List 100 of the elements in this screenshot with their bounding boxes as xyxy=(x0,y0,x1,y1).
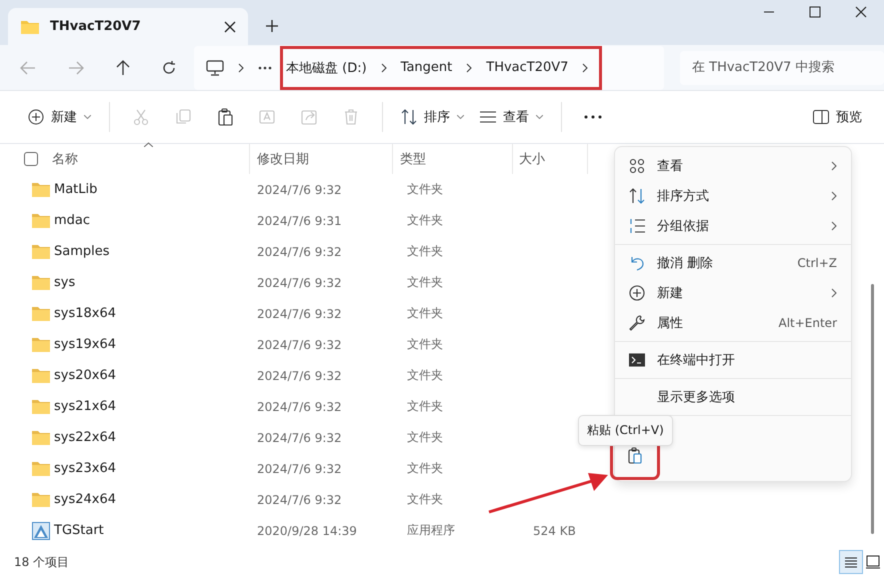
file-type: 应用程序 xyxy=(407,523,455,537)
tooltip: 粘贴 (Ctrl+V) xyxy=(578,415,673,446)
folder-icon xyxy=(32,182,50,197)
new-button[interactable]: 新建 xyxy=(20,102,99,132)
file-type: 文件夹 xyxy=(407,430,443,444)
modified-date: 2024/7/6 9:32 xyxy=(257,276,342,290)
column-header[interactable]: 修改日期 xyxy=(257,150,309,168)
breadcrumb[interactable]: 本地磁盘 (D:) xyxy=(286,58,367,76)
file-name[interactable]: MatLib xyxy=(54,182,98,197)
modified-date: 2024/7/6 9:32 xyxy=(257,400,342,414)
grid-icon xyxy=(629,158,645,174)
chevron-icon xyxy=(238,62,244,72)
plus-circle-icon xyxy=(28,109,44,125)
sort-button[interactable]: 排序 xyxy=(393,102,472,132)
file-type: 文件夹 xyxy=(407,337,443,351)
file-type: 文件夹 xyxy=(407,368,443,382)
app-icon xyxy=(32,522,50,540)
modified-date: 2024/7/6 9:31 xyxy=(257,214,342,228)
address-bar[interactable]: 本地磁盘 (D:) Tangent THvacT20V7 xyxy=(194,46,664,90)
chevron-icon[interactable] xyxy=(380,62,387,72)
search-field[interactable]: 在 THvacT20V7 中搜索 xyxy=(680,50,884,84)
folder-icon xyxy=(32,213,50,228)
file-type: 文件夹 xyxy=(407,182,443,196)
file-type: 文件夹 xyxy=(407,492,443,506)
monitor-icon xyxy=(206,60,224,76)
modified-date: 2024/7/6 9:32 xyxy=(257,338,342,352)
menu-item[interactable]: 分组依据 xyxy=(615,211,851,241)
menu-item[interactable]: 属性 Alt+Enter xyxy=(615,308,851,338)
folder-icon xyxy=(32,430,50,445)
file-name[interactable]: sys23x64 xyxy=(54,461,116,476)
scrollbar[interactable] xyxy=(871,284,874,534)
file-name[interactable]: sys18x64 xyxy=(54,306,116,321)
file-type: 文件夹 xyxy=(407,244,443,258)
column-header[interactable]: 大小 xyxy=(519,150,545,168)
menu-item[interactable]: 在终端中打开 xyxy=(615,345,851,375)
details-view-icon[interactable] xyxy=(840,551,862,573)
refresh-icon[interactable] xyxy=(162,60,176,74)
file-type: 文件夹 xyxy=(407,306,443,320)
clipboard-icon xyxy=(626,447,644,465)
file-name[interactable]: sys19x64 xyxy=(54,337,116,352)
more-icon[interactable] xyxy=(258,66,272,70)
folder-icon xyxy=(32,399,50,414)
shortcut-label: Alt+Enter xyxy=(778,316,837,330)
plus-circle-icon xyxy=(629,285,645,301)
file-name[interactable]: TGStart xyxy=(54,523,104,538)
shortcut-label: Ctrl+Z xyxy=(797,256,837,270)
folder-icon xyxy=(32,461,50,476)
column-header[interactable]: 名称 xyxy=(52,150,78,168)
preview-button[interactable]: 预览 xyxy=(805,102,870,132)
file-name[interactable]: sys24x64 xyxy=(54,492,116,507)
modified-date: 2024/7/6 9:32 xyxy=(257,182,342,196)
sort-icon xyxy=(629,188,645,204)
new-tab-icon[interactable] xyxy=(266,20,278,32)
item-count: 18 个项目 xyxy=(14,554,70,570)
folder-icon xyxy=(32,492,50,507)
file-name[interactable]: Samples xyxy=(54,244,110,259)
menu-item[interactable]: 查看 xyxy=(615,151,851,181)
column-header[interactable]: 类型 xyxy=(400,150,426,168)
caret-icon xyxy=(84,115,91,119)
file-name[interactable]: sys xyxy=(54,275,76,290)
file-type: 文件夹 xyxy=(407,213,443,227)
group-list-icon xyxy=(629,218,645,234)
breadcrumb[interactable]: THvacT20V7 xyxy=(486,60,568,75)
modified-date: 2024/7/6 9:32 xyxy=(257,244,342,258)
folder-icon xyxy=(32,306,50,321)
menu-item[interactable]: 显示更多选项 xyxy=(615,382,851,412)
close-icon[interactable] xyxy=(224,20,236,32)
menu-item[interactable]: 新建 xyxy=(615,278,851,308)
folder-icon xyxy=(20,18,40,34)
window-tab[interactable]: THvacT20V7 xyxy=(8,8,248,45)
caret-icon xyxy=(536,115,543,119)
folder-icon xyxy=(32,337,50,352)
breadcrumb[interactable]: Tangent xyxy=(400,60,452,75)
file-name[interactable]: mdac xyxy=(54,213,90,228)
menu-item[interactable]: 撤消 删除 Ctrl+Z xyxy=(615,248,851,278)
file-name[interactable]: sys20x64 xyxy=(54,368,116,383)
up-icon[interactable] xyxy=(116,60,130,76)
modified-date: 2024/7/6 9:32 xyxy=(257,368,342,382)
folder-icon xyxy=(32,275,50,290)
chevron-icon[interactable] xyxy=(582,62,588,72)
menu-item[interactable]: 排序方式 xyxy=(615,181,851,211)
folder-icon xyxy=(32,368,50,383)
wrench-icon xyxy=(629,315,645,331)
chevron-icon[interactable] xyxy=(466,62,472,72)
file-name[interactable]: sys22x64 xyxy=(54,430,116,445)
modified-date: 2024/7/6 9:32 xyxy=(257,306,342,320)
folder-icon xyxy=(32,244,50,259)
undo-icon xyxy=(629,255,645,271)
file-type: 文件夹 xyxy=(407,461,443,475)
sort-icon xyxy=(401,109,417,125)
tab-title: THvacT20V7 xyxy=(50,19,142,34)
list-icon xyxy=(480,111,496,123)
more-icon[interactable] xyxy=(584,115,602,119)
select-all-checkbox[interactable] xyxy=(24,152,38,166)
maximize-icon[interactable] xyxy=(809,6,821,18)
modified-date: 2024/7/6 9:32 xyxy=(257,492,342,506)
file-name[interactable]: sys21x64 xyxy=(54,399,116,414)
modified-date: 2024/7/6 9:32 xyxy=(257,430,342,444)
view-button[interactable]: 查看 xyxy=(472,102,551,132)
close-icon[interactable] xyxy=(855,6,867,18)
